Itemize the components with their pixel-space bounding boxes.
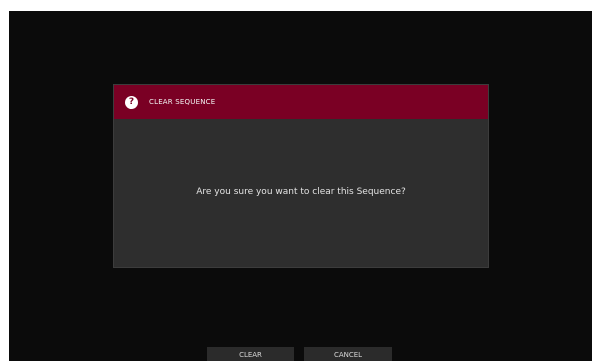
question-mark-icon: ?	[125, 95, 138, 109]
dialog-title: CLEAR SEQUENCE	[149, 98, 216, 106]
dialog-message: Are you sure you want to clear this Sequ…	[196, 187, 406, 197]
dialog-header: ? CLEAR SEQUENCE	[114, 85, 488, 119]
dialog-body: Are you sure you want to clear this Sequ…	[114, 119, 488, 267]
cancel-button[interactable]: CANCEL	[304, 347, 392, 361]
bottom-button-bar: CLEAR CANCEL	[9, 347, 592, 361]
clear-button[interactable]: CLEAR	[207, 347, 294, 361]
clear-sequence-dialog: ? CLEAR SEQUENCE Are you sure you want t…	[113, 84, 489, 268]
device-screen: ? CLEAR SEQUENCE Are you sure you want t…	[9, 11, 592, 361]
